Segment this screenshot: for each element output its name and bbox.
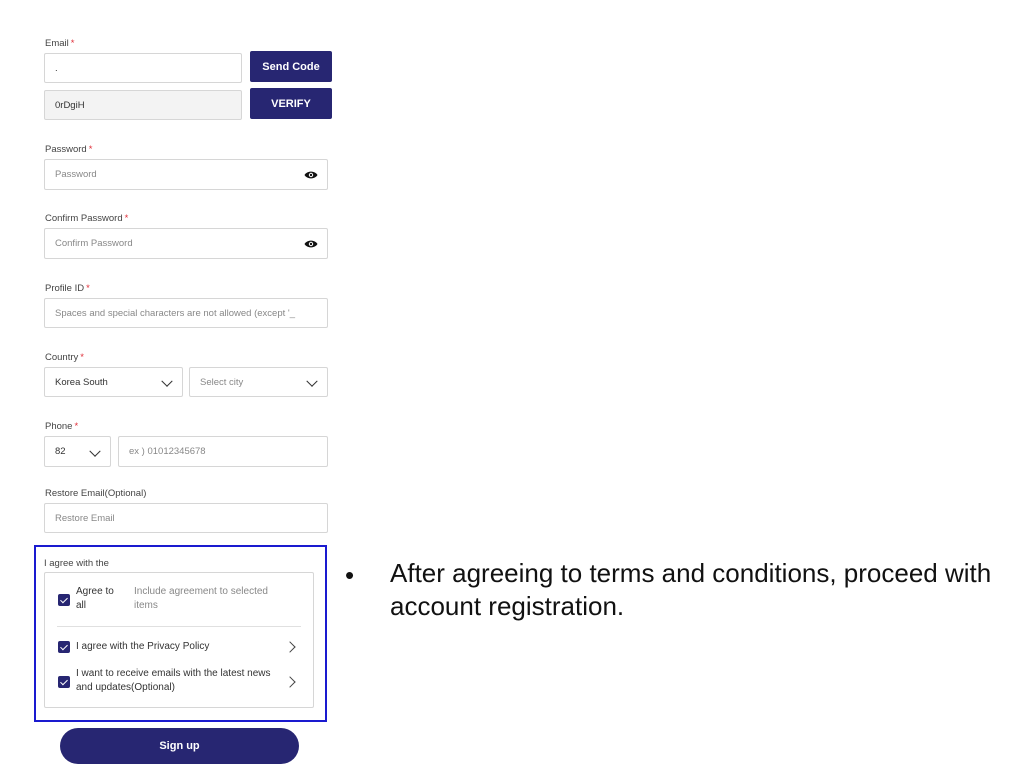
email-input[interactable]: . — [44, 53, 242, 83]
send-code-button[interactable]: Send Code — [250, 51, 332, 82]
profile-id-label: Profile ID * — [45, 283, 90, 294]
city-select[interactable]: Select city — [189, 367, 328, 397]
country-label: Country * — [45, 352, 84, 363]
confirm-password-input[interactable]: Confirm Password — [44, 228, 328, 259]
phone-input[interactable]: ex ) 01012345678 — [118, 436, 328, 467]
restore-email-label: Restore Email(Optional) — [45, 488, 147, 499]
agree-header: I agree with the — [44, 558, 109, 569]
eye-icon[interactable] — [304, 239, 318, 249]
chevron-down-icon — [161, 375, 173, 387]
country-select[interactable]: Korea South — [44, 367, 183, 397]
divider — [57, 626, 301, 627]
verification-code-input[interactable]: 0rDgiH — [44, 90, 242, 120]
verify-button[interactable]: VERIFY — [250, 88, 332, 119]
profile-id-input[interactable]: Spaces and special characters are not al… — [44, 298, 328, 328]
confirm-password-label: Confirm Password * — [45, 213, 129, 224]
agree-all-description: Include agreement to selected items — [134, 586, 268, 611]
privacy-checkbox[interactable] — [58, 641, 70, 653]
restore-email-input[interactable]: Restore Email — [44, 503, 328, 533]
phone-code-select[interactable]: 82 — [44, 436, 111, 467]
news-checkbox[interactable] — [58, 676, 70, 688]
password-input[interactable]: Password — [44, 159, 328, 190]
phone-label: Phone * — [45, 421, 79, 432]
agree-all-label[interactable]: Agree to all — [76, 585, 126, 613]
eye-icon[interactable] — [304, 170, 318, 180]
chevron-down-icon — [306, 375, 318, 387]
annotation-note: After agreeing to terms and conditions, … — [390, 558, 992, 621]
privacy-label[interactable]: I agree with the Privacy Policy — [76, 640, 276, 654]
chevron-down-icon — [89, 445, 101, 457]
agree-all-checkbox[interactable] — [58, 594, 70, 606]
news-label[interactable]: I want to receive emails with the latest… — [76, 667, 276, 695]
sign-up-button[interactable]: Sign up — [60, 728, 299, 764]
email-label: Email * — [45, 38, 75, 49]
bullet: • — [345, 560, 355, 590]
password-label: Password * — [45, 144, 93, 155]
